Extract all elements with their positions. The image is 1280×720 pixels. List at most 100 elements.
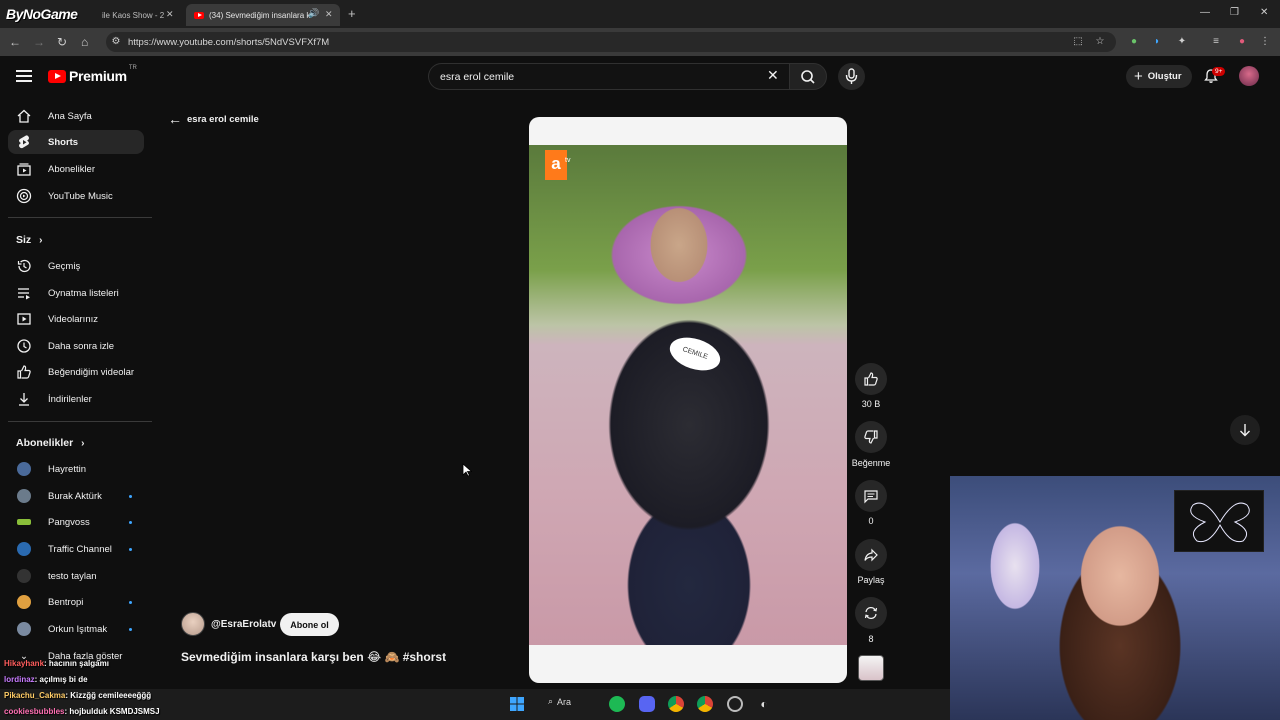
sidebar-item-shorts[interactable]: Shorts <box>8 130 144 154</box>
channel-avatar <box>17 595 31 609</box>
share-label: Paylaş <box>857 575 885 585</box>
sidebar-item-label: Beğendiğim videolar <box>48 366 135 378</box>
app-icon[interactable]: ◐ <box>756 696 772 712</box>
search-icon <box>801 70 815 84</box>
extensions-puzzle-icon[interactable]: ✦ <box>1176 36 1188 48</box>
windows-start-icon[interactable] <box>509 696 525 712</box>
sidebar-item-label: Orkun Işıtmak <box>48 623 108 635</box>
notification-count-badge: 9+ <box>1212 67 1226 76</box>
tab-close-icon[interactable]: ✕ <box>325 9 333 20</box>
sound-thumbnail[interactable] <box>858 655 884 681</box>
install-icon[interactable]: ⬚ <box>1072 36 1084 48</box>
spotify-icon[interactable] <box>609 696 625 712</box>
back-icon[interactable]: ← <box>9 35 21 49</box>
chat-message: Hikayhank: hacının şalgamı <box>4 659 109 668</box>
youtube-play-icon <box>48 69 66 83</box>
comments-button[interactable] <box>855 480 887 512</box>
discord-icon[interactable] <box>639 696 655 712</box>
chat-text: : hacının şalgamı <box>44 659 109 668</box>
menu-hamburger-icon[interactable] <box>16 70 32 82</box>
sidebar-item-label: Videolarınız <box>48 313 98 325</box>
chrome-icon[interactable] <box>697 696 713 712</box>
site-info-icon[interactable]: ⚙ <box>110 36 122 48</box>
sidebar-item-downloads[interactable]: İndirilenler <box>8 387 144 411</box>
arrow-left-icon: ← <box>168 111 182 127</box>
sidebar-item-youtube-music[interactable]: YouTube Music <box>8 184 144 208</box>
home-icon[interactable]: ⌂ <box>81 35 88 49</box>
sidebar-sub-orkun-isitmak[interactable]: Orkun Işıtmak <box>8 617 144 641</box>
account-avatar[interactable] <box>1239 66 1259 86</box>
back-to-search-button[interactable]: ← esra erol cemile <box>168 111 259 127</box>
new-content-dot <box>129 548 132 551</box>
arrow-down-icon <box>1240 424 1250 437</box>
chrome-icon[interactable] <box>668 696 684 712</box>
sidebar-subscriptions-heading[interactable]: Abonelikler › <box>16 437 84 449</box>
app-icon[interactable] <box>727 696 743 712</box>
like-button[interactable] <box>855 363 887 395</box>
extension-icon[interactable]: ◗ <box>1151 36 1163 48</box>
share-button[interactable] <box>855 539 887 571</box>
channel-avatar[interactable] <box>181 612 205 636</box>
sidebar-divider <box>8 421 152 422</box>
restore-icon[interactable]: ❐ <box>1230 7 1239 18</box>
forward-icon[interactable]: → <box>33 35 45 49</box>
remix-icon <box>864 606 878 620</box>
search-button[interactable] <box>789 63 827 90</box>
tab-inactive[interactable]: ile Kaos Show - 2 <box>60 4 180 26</box>
history-icon <box>16 258 32 274</box>
taskbar-search[interactable]: ⌕ Ara <box>548 696 571 707</box>
sidebar-sub-burak-akturk[interactable]: Burak Aktürk <box>8 484 144 508</box>
minimize-icon[interactable]: — <box>1200 7 1210 18</box>
sidebar-item-label: Oynatma listeleri <box>48 287 119 299</box>
comment-icon <box>864 490 878 504</box>
create-label: Oluştur <box>1147 71 1182 82</box>
voice-search-button[interactable] <box>838 63 865 90</box>
sidebar-item-subscriptions[interactable]: Abonelikler <box>8 157 144 181</box>
channel-avatar <box>17 462 31 476</box>
chat-message: cookiesbubbles: hojbulduk KSMDJSMSJ <box>4 707 160 716</box>
extension-icon[interactable]: ● <box>1128 36 1140 48</box>
channel-avatar <box>17 569 31 583</box>
sidebar-item-label: İndirilenler <box>48 393 92 405</box>
comment-count: 0 <box>868 516 874 526</box>
dislike-label: Beğenme <box>851 458 891 468</box>
create-button[interactable]: + Oluştur <box>1126 65 1192 88</box>
speaker-icon[interactable]: 🔊 <box>308 8 319 19</box>
dislike-button[interactable] <box>855 421 887 453</box>
sidebar-divider <box>8 217 152 218</box>
sidebar-item-liked[interactable]: Beğendiğim videolar <box>8 360 144 384</box>
new-tab-button[interactable]: + <box>348 6 356 21</box>
search-input[interactable]: esra erol cemile <box>428 63 790 90</box>
close-window-icon[interactable]: ✕ <box>1260 7 1268 18</box>
sidebar-sub-traffic-channel[interactable]: Traffic Channel <box>8 537 144 561</box>
menu-kebab-icon[interactable]: ⋮ <box>1259 36 1271 48</box>
subscribe-button[interactable]: Abone ol <box>280 613 339 636</box>
sidebar-item-label: YouTube Music <box>48 190 113 202</box>
channel-name[interactable]: @EsraErolatv <box>211 619 276 630</box>
sidebar-item-home[interactable]: Ana Sayfa <box>8 104 144 128</box>
channel-avatar <box>17 542 31 556</box>
playlists-icon <box>16 285 32 301</box>
clear-search-icon[interactable]: ✕ <box>767 67 779 84</box>
bookmark-star-icon[interactable]: ☆ <box>1094 36 1106 48</box>
chat-text: : açılmış bi de <box>34 675 88 684</box>
sidebar-sub-bentropi[interactable]: Bentropi <box>8 590 144 614</box>
profile-icon[interactable]: ● <box>1236 36 1248 48</box>
media-control-icon[interactable]: ≡ <box>1210 36 1222 48</box>
shorts-video-player[interactable]: a tv CEMILE <box>529 117 847 683</box>
sidebar-sub-hayrettin[interactable]: Hayrettin <box>8 457 144 481</box>
remix-button[interactable] <box>855 597 887 629</box>
sidebar-item-history[interactable]: Geçmiş <box>8 254 144 278</box>
next-short-button[interactable] <box>1230 415 1260 445</box>
sidebar-item-your-videos[interactable]: Videolarınız <box>8 307 144 331</box>
sidebar-sub-testo-taylan[interactable]: testo taylan <box>8 564 144 588</box>
sidebar-you-heading[interactable]: Siz › <box>16 234 42 246</box>
reload-icon[interactable]: ↻ <box>57 35 67 49</box>
tab-close-icon[interactable]: ✕ <box>166 9 174 20</box>
sidebar-item-watch-later[interactable]: Daha sonra izle <box>8 334 144 358</box>
sidebar-sub-pangvoss[interactable]: Pangvoss <box>8 510 144 534</box>
sidebar-item-playlists[interactable]: Oynatma listeleri <box>8 281 144 305</box>
new-content-dot <box>129 628 132 631</box>
url-bar[interactable]: https://www.youtube.com/shorts/5NdVSVFXf… <box>106 32 1116 52</box>
youtube-logo[interactable]: Premium TR <box>48 65 137 84</box>
